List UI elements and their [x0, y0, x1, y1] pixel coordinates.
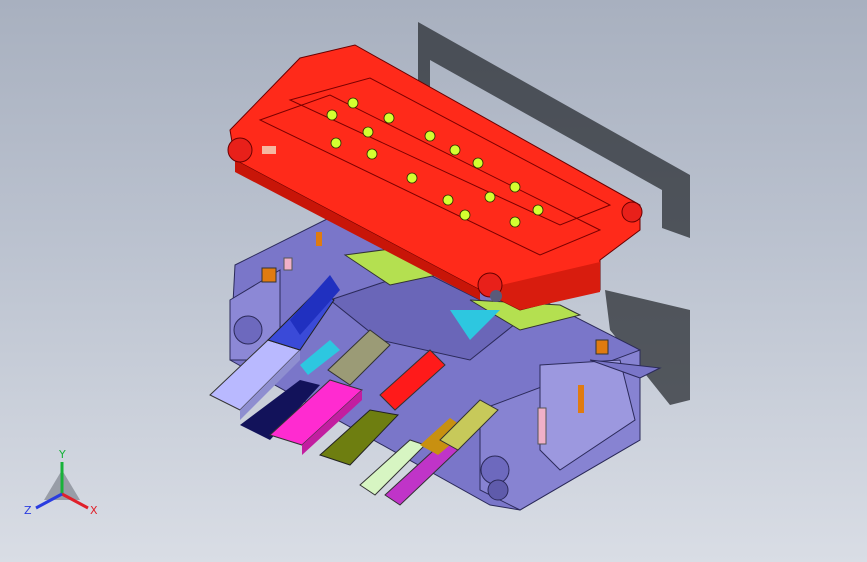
die-assembly-model[interactable]: [0, 0, 867, 562]
y-axis-label: Y: [58, 448, 66, 461]
3d-viewport[interactable]: Y X Z: [0, 0, 867, 562]
z-axis-label: Z: [24, 504, 32, 517]
axis-triad[interactable]: Y X Z: [22, 448, 102, 518]
x-axis-label: X: [90, 504, 98, 517]
